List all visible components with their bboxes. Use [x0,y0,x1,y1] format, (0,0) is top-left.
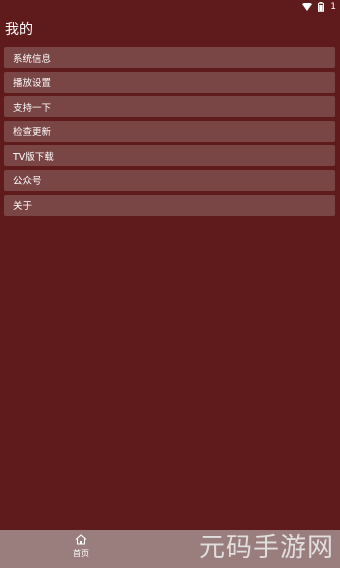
nav-home-label: 首页 [73,549,89,558]
menu-item-system-info[interactable]: 系统信息 [4,47,335,68]
status-text: 1 [330,2,336,12]
nav-home-tab[interactable]: 首页 [62,534,100,564]
menu-item-label: 系统信息 [13,53,52,65]
menu-item-support[interactable]: 支持一下 [4,96,335,118]
menu-item-tv-download[interactable]: TV版下载 [4,145,335,167]
battery-icon [318,2,325,12]
menu-item-label: 关于 [13,201,33,213]
menu-item-public-account[interactable]: 公众号 [4,169,335,191]
menu-item-label: 公众号 [13,176,42,188]
home-icon [75,534,87,545]
menu-item-check-update[interactable]: 检查更新 [4,120,335,142]
watermark-text: 元码手游网 [198,533,334,563]
menu-item-label: 支持一下 [13,102,52,114]
menu-item-playback-settings[interactable]: 播放设置 [4,71,335,93]
page-title: 我的 [5,22,33,38]
watermark: 元码手游网 [199,527,334,564]
menu-item-label: 播放设置 [13,78,52,90]
wifi-icon [302,3,313,11]
menu-item-label: TV版下载 [13,151,54,163]
menu-item-label: 检查更新 [13,127,52,139]
menu-item-about[interactable]: 关于 [4,194,335,216]
settings-menu: 系统信息 播放设置 支持一下 检查更新 TV版下载 公众号 关于 [4,47,335,219]
status-bar: 1 [0,0,340,14]
